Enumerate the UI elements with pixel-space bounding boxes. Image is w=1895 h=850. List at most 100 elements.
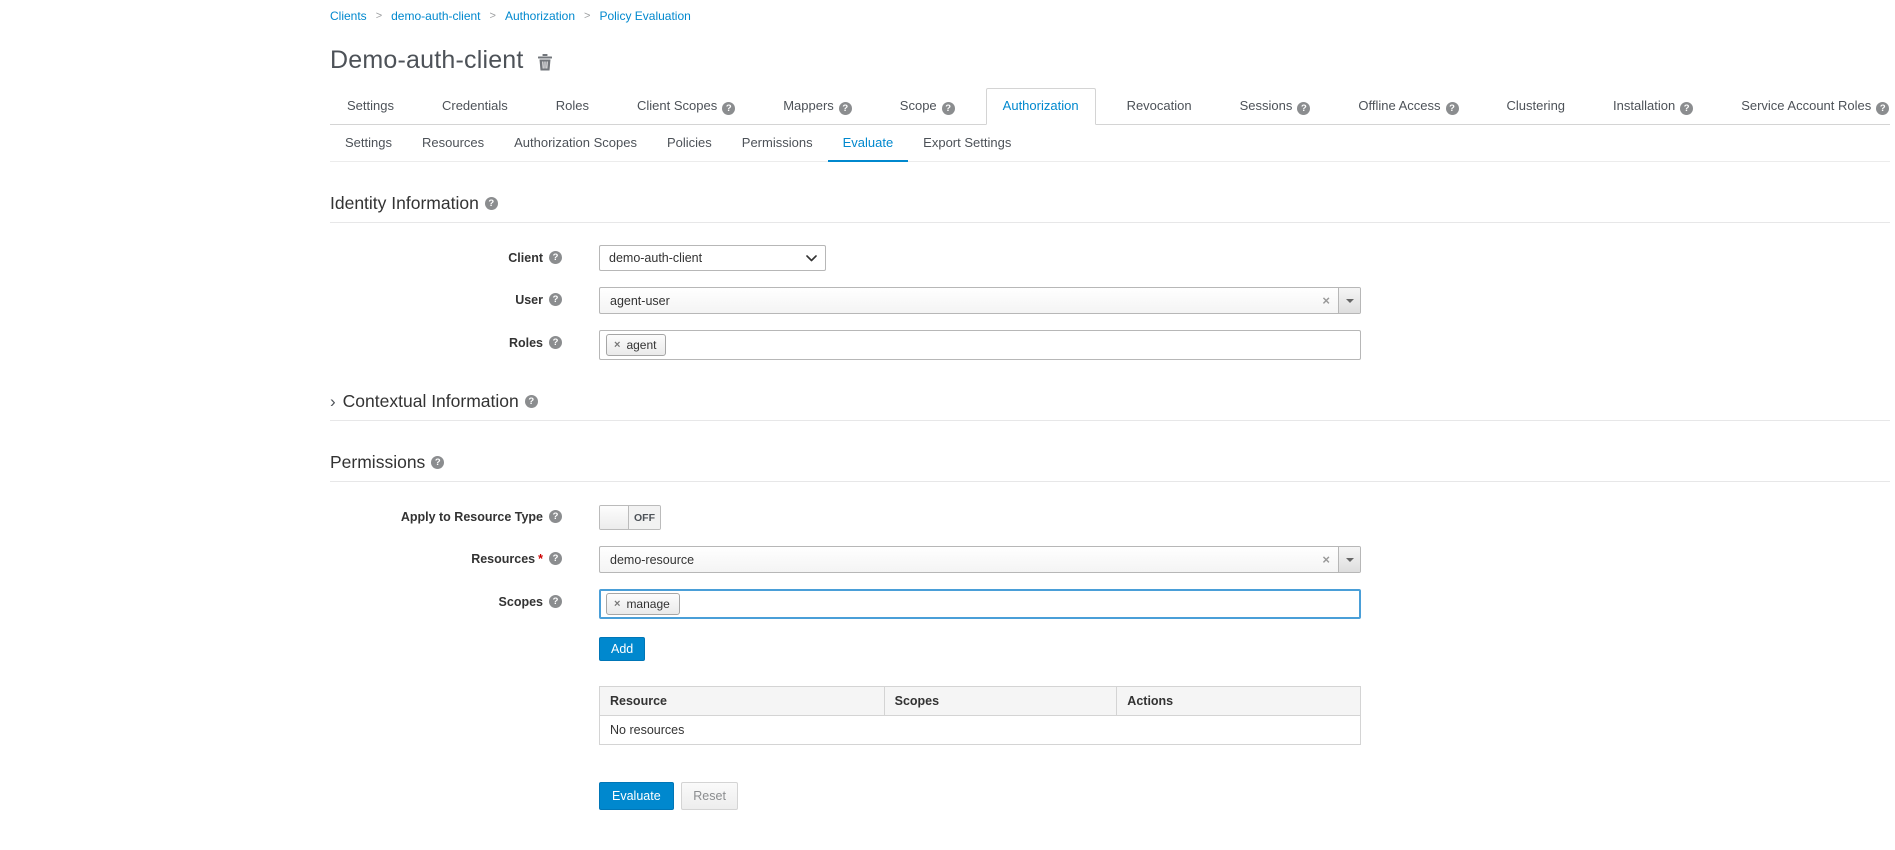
subtab-evaluate[interactable]: Evaluate: [828, 125, 909, 162]
required-asterisk: *: [538, 552, 543, 566]
tab-authorization[interactable]: Authorization: [986, 88, 1096, 125]
roles-token-input[interactable]: × agent: [599, 330, 1361, 360]
help-icon[interactable]: ?: [549, 251, 562, 264]
user-label: User ?: [330, 287, 562, 307]
evaluate-button[interactable]: Evaluate: [599, 782, 674, 810]
permissions-heading: Permissions ?: [330, 452, 1890, 482]
tab-offline-access[interactable]: Offline Access?: [1341, 88, 1475, 124]
tab-sessions[interactable]: Sessions?: [1223, 88, 1328, 124]
page-title: Demo-auth-client: [330, 46, 524, 75]
reset-button[interactable]: Reset: [681, 782, 738, 810]
section-title: Permissions: [330, 452, 425, 473]
toggle-handle: [600, 506, 629, 529]
tab-label: Mappers: [783, 98, 834, 113]
section-title: Contextual Information: [343, 391, 519, 412]
identity-information-heading: Identity Information ?: [330, 193, 1890, 223]
breadcrumb-clients[interactable]: Clients: [330, 9, 367, 23]
column-header-actions: Actions: [1117, 687, 1361, 716]
tab-clustering[interactable]: Clustering: [1490, 88, 1583, 124]
subtab-settings[interactable]: Settings: [330, 125, 407, 161]
help-icon[interactable]: ?: [549, 595, 562, 608]
label-text: Scopes: [499, 595, 543, 609]
breadcrumb-policy-evaluation[interactable]: Policy Evaluation: [599, 9, 690, 23]
tab-label: Roles: [556, 98, 589, 113]
apply-resource-type-toggle[interactable]: OFF: [599, 505, 661, 530]
contextual-information-heading[interactable]: › Contextual Information ?: [330, 391, 1890, 421]
client-tabs: Settings Credentials Roles Client Scopes…: [330, 88, 1890, 125]
apply-resource-type-label: Apply to Resource Type ?: [330, 504, 562, 524]
breadcrumb-separator-icon: >: [490, 10, 496, 22]
client-select[interactable]: demo-auth-client: [599, 245, 826, 271]
tab-service-account-roles[interactable]: Service Account Roles?: [1724, 88, 1895, 124]
tab-label: Clustering: [1507, 98, 1566, 113]
help-icon[interactable]: ?: [942, 102, 955, 115]
resources-form-row: Resources * ? demo-resource ×: [330, 546, 1890, 573]
tab-label: Settings: [347, 98, 394, 113]
tab-label: Credentials: [442, 98, 508, 113]
column-header-resource: Resource: [600, 687, 885, 716]
user-combobox[interactable]: agent-user ×: [599, 287, 1361, 314]
tag-label: manage: [626, 597, 669, 611]
roles-form-row: Roles ? × agent: [330, 330, 1890, 360]
tab-label: Scope: [900, 98, 937, 113]
help-icon[interactable]: ?: [722, 102, 735, 115]
chevron-right-icon: ›: [330, 393, 336, 410]
tab-credentials[interactable]: Credentials: [425, 88, 525, 124]
help-icon[interactable]: ?: [1297, 102, 1310, 115]
clear-icon[interactable]: ×: [1314, 293, 1338, 308]
section-title: Identity Information: [330, 193, 479, 214]
subtab-authorization-scopes[interactable]: Authorization Scopes: [499, 125, 652, 161]
tab-label: Client Scopes: [637, 98, 717, 113]
help-icon[interactable]: ?: [549, 336, 562, 349]
resources-combobox[interactable]: demo-resource ×: [599, 546, 1361, 573]
permissions-resources-table: Resource Scopes Actions No resources: [599, 686, 1361, 745]
resources-label: Resources * ?: [330, 546, 562, 566]
caret-down-icon: [1346, 558, 1354, 562]
help-icon[interactable]: ?: [549, 293, 562, 306]
tab-settings[interactable]: Settings: [330, 88, 411, 124]
tab-label: Offline Access: [1358, 98, 1440, 113]
dropdown-caret-button[interactable]: [1338, 288, 1360, 313]
subtab-permissions[interactable]: Permissions: [727, 125, 828, 161]
remove-tag-icon[interactable]: ×: [614, 599, 620, 610]
help-icon[interactable]: ?: [485, 197, 498, 210]
tab-client-scopes[interactable]: Client Scopes?: [620, 88, 752, 124]
help-icon[interactable]: ?: [525, 395, 538, 408]
table-row: No resources: [600, 716, 1361, 745]
roles-label: Roles ?: [330, 330, 562, 350]
dropdown-caret-button[interactable]: [1338, 547, 1360, 572]
add-button[interactable]: Add: [599, 637, 645, 661]
breadcrumb: Clients > demo-auth-client > Authorizati…: [330, 0, 1890, 23]
subtab-export-settings[interactable]: Export Settings: [908, 125, 1026, 161]
scopes-token-input[interactable]: × manage: [599, 589, 1361, 619]
label-text: Roles: [509, 336, 543, 350]
help-icon[interactable]: ?: [839, 102, 852, 115]
delete-client-trash-icon[interactable]: [537, 53, 553, 71]
tab-mappers[interactable]: Mappers?: [766, 88, 869, 124]
help-icon[interactable]: ?: [1876, 102, 1889, 115]
scopes-label: Scopes ?: [330, 589, 562, 609]
caret-down-icon: [1346, 299, 1354, 303]
breadcrumb-demo-auth-client[interactable]: demo-auth-client: [391, 9, 480, 23]
tab-installation[interactable]: Installation?: [1596, 88, 1710, 124]
help-icon[interactable]: ?: [1446, 102, 1459, 115]
subtab-policies[interactable]: Policies: [652, 125, 727, 161]
help-icon[interactable]: ?: [1680, 102, 1693, 115]
authorization-subtabs: Settings Resources Authorization Scopes …: [330, 125, 1890, 162]
breadcrumb-authorization[interactable]: Authorization: [505, 9, 575, 23]
help-icon[interactable]: ?: [431, 456, 444, 469]
clear-icon[interactable]: ×: [1314, 552, 1338, 567]
tab-scope[interactable]: Scope?: [883, 88, 972, 124]
scope-tag-manage: × manage: [606, 593, 680, 615]
tab-revocation[interactable]: Revocation: [1110, 88, 1209, 124]
apply-resource-type-row: Apply to Resource Type ? OFF: [330, 504, 1890, 530]
resources-combobox-value: demo-resource: [600, 553, 1314, 567]
chevron-down-icon: [806, 255, 817, 262]
help-icon[interactable]: ?: [549, 510, 562, 523]
tab-roles[interactable]: Roles: [539, 88, 606, 124]
remove-tag-icon[interactable]: ×: [614, 340, 620, 351]
subtab-resources[interactable]: Resources: [407, 125, 499, 161]
help-icon[interactable]: ?: [549, 552, 562, 565]
column-header-scopes: Scopes: [884, 687, 1117, 716]
scopes-form-row: Scopes ? × manage: [330, 589, 1890, 619]
